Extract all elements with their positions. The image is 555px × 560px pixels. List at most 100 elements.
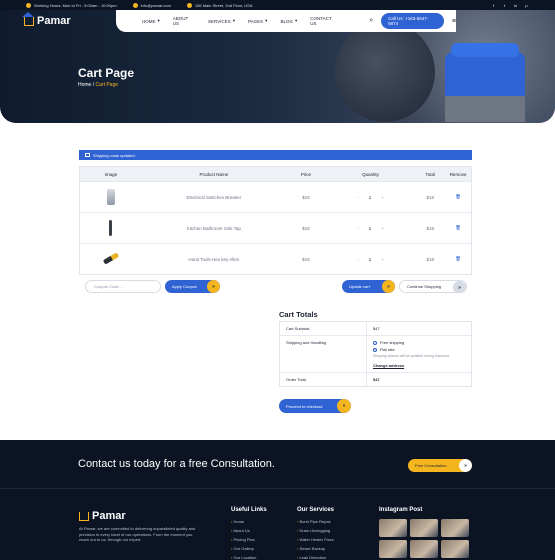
footer-service-link[interactable]: Burst Pipe Repair xyxy=(297,519,334,524)
table-row: Kitchen Bathroom Sink Tap $18 - 1 + $18 🗑 xyxy=(80,212,471,243)
site-logo[interactable]: Pamar xyxy=(22,11,71,27)
breadcrumb-current: Cart Page xyxy=(95,82,119,88)
double-arrow-icon: » xyxy=(382,280,395,293)
instagram-photo[interactable] xyxy=(441,519,469,537)
instagram-photo[interactable] xyxy=(379,540,407,558)
footer-service-link[interactable]: Drain Unclogging xyxy=(297,528,334,533)
house-logo-icon xyxy=(79,511,89,521)
instagram-photo[interactable] xyxy=(441,540,469,558)
search-icon[interactable]: ⌕ xyxy=(369,17,373,25)
footer-link-location[interactable]: Our Location xyxy=(231,555,267,560)
free-shipping-label: Free shipping xyxy=(380,340,405,345)
footer-logo[interactable]: Pamar xyxy=(79,510,126,522)
footer-divider xyxy=(0,488,555,489)
cart-totals-title: Cart Totals xyxy=(279,310,318,319)
plus-button[interactable]: + xyxy=(381,226,384,231)
instagram-photo[interactable] xyxy=(410,519,438,537)
chevron-down-icon: ▾ xyxy=(157,18,160,23)
continue-shopping-button[interactable]: Continue Shopping » xyxy=(399,280,467,293)
footer-service-link[interactable]: Sewer Backup xyxy=(297,546,334,551)
product-total: $18 xyxy=(426,225,434,231)
chevron-down-icon: ▾ xyxy=(232,18,235,23)
trash-icon[interactable]: 🗑 xyxy=(445,194,471,200)
facebook-icon[interactable]: f xyxy=(491,3,496,8)
nav-item-home[interactable]: HOME xyxy=(142,19,156,24)
hex-key-image xyxy=(102,252,120,265)
product-thumbnail[interactable] xyxy=(80,252,142,265)
nav-item-about[interactable]: ABOUT US xyxy=(173,16,195,26)
radio-selected-icon[interactable] xyxy=(373,347,377,352)
cart-actions: Coupon Code... Apply Coupon » Update car… xyxy=(79,279,472,295)
trash-icon[interactable]: 🗑 xyxy=(445,256,471,262)
nav-item-contact[interactable]: CONTACT US xyxy=(310,16,338,26)
call-us-button[interactable]: Call Us: +163-6547-6874 xyxy=(381,13,444,29)
quantity-value[interactable]: 1 xyxy=(369,257,372,262)
minus-button[interactable]: - xyxy=(357,257,359,262)
plus-button[interactable]: + xyxy=(381,257,384,262)
top-info-bar: Working Hours: Mon to Fri - 9:00am - 10:… xyxy=(0,0,555,10)
trash-icon[interactable]: 🗑 xyxy=(445,225,471,231)
free-consultation-button[interactable]: Free Consultation » xyxy=(408,459,472,472)
instagram-photo[interactable] xyxy=(410,540,438,558)
footer-service-link[interactable]: Water Heater Fixes xyxy=(297,537,334,542)
instagram-column: Instagram Post xyxy=(379,507,469,558)
product-thumbnail[interactable] xyxy=(80,219,142,237)
quantity-value[interactable]: 1 xyxy=(369,195,372,200)
double-arrow-icon: » xyxy=(453,281,466,292)
useful-links-column: Useful Links Home About Us Pricing Plan … xyxy=(231,507,267,560)
shipping-label: Shipping and Handling xyxy=(280,336,367,372)
email-text[interactable]: info@pamar.com xyxy=(141,3,171,8)
subtotal-label: Cart Subtotal xyxy=(280,322,367,335)
footer-link-about[interactable]: About Us xyxy=(231,528,267,533)
minus-button[interactable]: - xyxy=(357,195,359,200)
footer-service-link[interactable]: Leak Detection xyxy=(297,555,334,560)
nav-item-services[interactable]: SERVICES xyxy=(208,19,231,24)
footer-link-home[interactable]: Home xyxy=(231,519,267,524)
coupon-input[interactable]: Coupon Code... xyxy=(85,280,161,293)
proceed-to-checkout-button[interactable]: Proceed to checkout » xyxy=(279,399,351,413)
cart-table: Image Product Name Price Quantity Total … xyxy=(79,166,472,275)
product-name[interactable]: Kitchen Bathroom Sink Tap xyxy=(142,226,286,231)
shipping-notice: Shipping costs updated. xyxy=(79,150,472,160)
quantity-value[interactable]: 1 xyxy=(369,226,372,231)
change-address-link[interactable]: Change address xyxy=(373,363,465,368)
flat-rate-option[interactable]: Flat rate xyxy=(373,347,465,352)
shipping-options: Free shipping Flat rate Shipping options… xyxy=(367,336,471,372)
nav-item-blog[interactable]: BLOG xyxy=(280,19,293,24)
pinterest-icon[interactable]: p xyxy=(524,3,529,8)
quantity-stepper: - 1 + xyxy=(326,226,416,231)
minus-button[interactable]: - xyxy=(357,226,359,231)
twitter-icon[interactable]: t xyxy=(502,3,507,8)
tap-image xyxy=(109,219,113,236)
col-price: Price xyxy=(300,171,311,177)
apply-coupon-button[interactable]: Apply Coupon » xyxy=(165,280,220,293)
cart-table-header: Image Product Name Price Quantity Total … xyxy=(80,167,471,181)
main-navbar: Pamar HOME ▾ ABOUT US SERVICES ▾ PAGES ▾ BL… xyxy=(0,10,555,32)
product-name[interactable]: Electrical Switches Breaker xyxy=(142,195,286,200)
col-product: Product Name xyxy=(199,171,229,177)
radio-icon[interactable] xyxy=(373,340,377,345)
product-total: $18 xyxy=(426,256,434,262)
free-shipping-option[interactable]: Free shipping xyxy=(373,340,465,345)
product-name[interactable]: Hand Tools Hex key Allen xyxy=(142,257,286,262)
col-quantity: Quantity xyxy=(362,171,379,177)
footer-about-text: At Pamar, we are committed to delivering… xyxy=(79,526,196,542)
update-cart-button[interactable]: Update cart » xyxy=(342,280,395,293)
plus-button[interactable]: + xyxy=(381,195,384,200)
breadcrumb-home[interactable]: Home xyxy=(78,82,91,88)
instagram-grid xyxy=(379,519,469,558)
footer-link-pricing[interactable]: Pricing Plan xyxy=(231,537,267,542)
linkedin-icon[interactable]: in xyxy=(513,3,518,8)
table-row: Hand Tools Hex key Allen $18 - 1 + $18 🗑 xyxy=(80,243,471,274)
social-links: f t in p xyxy=(491,3,529,8)
hamburger-icon[interactable]: ≡ xyxy=(452,18,456,25)
footer-link-gallery[interactable]: Our Gallery xyxy=(231,546,267,551)
nav-item-pages[interactable]: PAGES xyxy=(248,19,263,24)
product-thumbnail[interactable] xyxy=(80,188,142,206)
breadcrumb-separator: / xyxy=(92,82,95,88)
page-title: Cart Page xyxy=(78,66,135,80)
instagram-photo[interactable] xyxy=(379,519,407,537)
email-info[interactable]: info@pamar.com xyxy=(132,2,171,8)
breaker-image xyxy=(106,188,115,205)
site-footer: Contact us today for a free Consultation… xyxy=(0,440,555,560)
